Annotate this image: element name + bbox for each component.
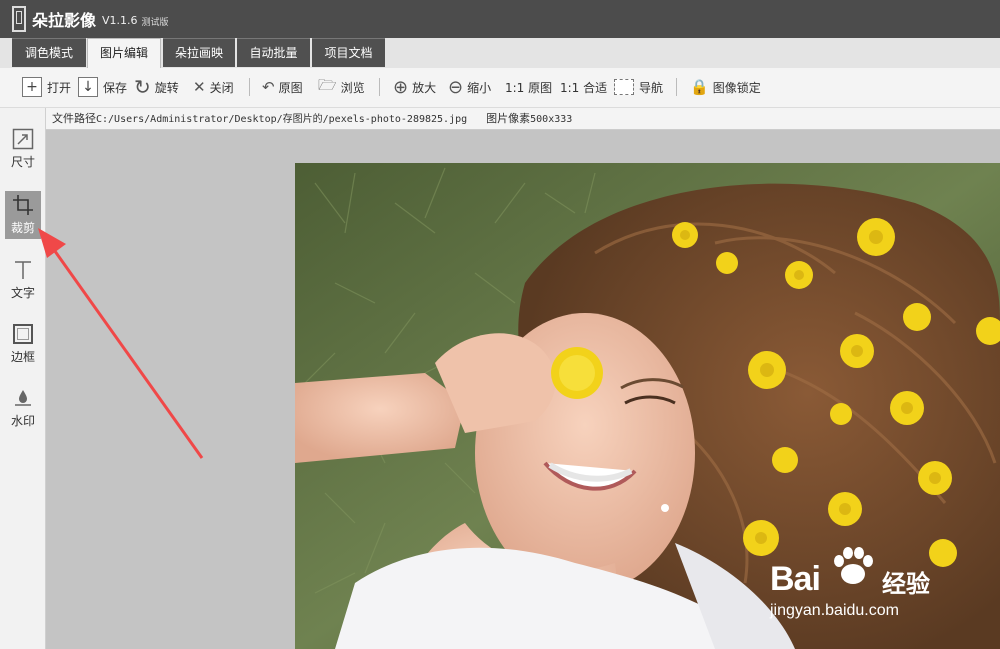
tab-dora-reflect[interactable]: 朵拉画映 xyxy=(163,38,235,67)
app-version: V1.1.6 xyxy=(102,14,138,27)
sidebar-item-watermark[interactable]: 水印 xyxy=(5,384,41,432)
fit-button[interactable]: 1:1 合适 xyxy=(560,76,607,98)
toolbar: + 打开 ↓ 保存 ↻ 旋转 ✕ 关闭 ↶ 原图 🗁 浏览 ⊕ 放大 ⊖ 缩小 … xyxy=(0,68,1000,108)
open-button[interactable]: + 打开 xyxy=(22,76,71,98)
app-logo-icon xyxy=(12,6,26,32)
tab-color-mode[interactable]: 调色模式 xyxy=(12,38,86,67)
zoom-in-icon: ⊕ xyxy=(393,76,409,98)
toolbar-separator xyxy=(676,78,677,96)
fit-label: 1:1 合适 xyxy=(560,80,608,95)
zoom-out-icon: ⊖ xyxy=(448,76,464,98)
close-icon: ✕ xyxy=(193,78,206,96)
watermark-icon xyxy=(12,387,34,409)
close-button[interactable]: ✕ 关闭 xyxy=(193,76,234,98)
actual-size-label: 1:1 原图 xyxy=(505,80,553,95)
resize-icon xyxy=(12,128,34,150)
save-button[interactable]: ↓ 保存 xyxy=(78,76,127,98)
sidebar-item-size[interactable]: 尺寸 xyxy=(5,125,41,173)
app-name: 朵拉影像 xyxy=(32,11,97,30)
watermark-brand-suffix: 经验 xyxy=(882,570,930,598)
tab-project-docs[interactable]: 项目文档 xyxy=(312,38,385,67)
baidu-watermark: Bai 经验 jingyan.baidu.com xyxy=(770,546,990,636)
border-icon xyxy=(12,323,34,345)
sidebar-item-label: 尺寸 xyxy=(10,155,35,169)
title-bar: 朵拉影像 V1.1.6 测试版 xyxy=(0,0,1000,38)
left-sidebar: 尺寸 裁剪 文字 边框 水印 xyxy=(0,108,46,649)
main-tabs: 调色模式 图片编辑 朵拉画映 自动批量 项目文档 xyxy=(0,38,1000,68)
sidebar-item-crop[interactable]: 裁剪 xyxy=(5,191,41,239)
browse-label: 浏览 xyxy=(340,80,365,95)
sidebar-item-label: 裁剪 xyxy=(10,221,35,235)
image-lock-label: 图像锁定 xyxy=(712,80,761,95)
sidebar-item-label: 水印 xyxy=(10,414,35,428)
arrow-down-icon: ↓ xyxy=(78,77,98,97)
watermark-brand: Bai xyxy=(770,560,821,598)
toolbar-separator xyxy=(249,78,250,96)
rotate-button[interactable]: ↻ 旋转 xyxy=(134,75,179,99)
sidebar-item-label: 边框 xyxy=(10,350,35,364)
crop-icon xyxy=(12,194,34,216)
image-lock-button[interactable]: 🔒 图像锁定 xyxy=(690,76,761,98)
folder-icon: 🗁 xyxy=(318,75,337,94)
tab-auto-batch[interactable]: 自动批量 xyxy=(237,38,310,67)
actual-size-button[interactable]: 1:1 原图 xyxy=(505,76,552,98)
browse-button[interactable]: 🗁 浏览 xyxy=(318,76,365,98)
zoom-in-button[interactable]: ⊕ 放大 xyxy=(393,76,436,98)
zoom-out-label: 缩小 xyxy=(467,80,492,95)
image-pixels-value: 500x333 xyxy=(530,114,573,125)
navigate-button[interactable]: 导航 xyxy=(614,76,663,98)
save-label: 保存 xyxy=(103,80,128,95)
original-button[interactable]: ↶ 原图 xyxy=(262,76,303,98)
file-info-bar: 文件路径C:/Users/Administrator/Desktop/存图片的/… xyxy=(46,108,1000,130)
sidebar-item-border[interactable]: 边框 xyxy=(5,320,41,368)
sidebar-item-label: 文字 xyxy=(10,286,35,300)
open-label: 打开 xyxy=(47,80,72,95)
app-tag: 测试版 xyxy=(141,17,169,28)
paw-icon xyxy=(834,547,873,584)
text-icon xyxy=(12,259,34,281)
image-pixels-label: 图片像素 xyxy=(486,112,531,125)
close-label: 关闭 xyxy=(209,80,234,95)
toolbar-separator xyxy=(379,78,380,96)
undo-icon: ↶ xyxy=(262,78,275,96)
navigator-icon xyxy=(614,79,634,95)
tab-image-edit[interactable]: 图片编辑 xyxy=(87,38,161,68)
original-label: 原图 xyxy=(278,80,303,95)
zoom-in-label: 放大 xyxy=(412,80,437,95)
file-path-value: C:/Users/Administrator/Desktop/存图片的/pexe… xyxy=(96,114,468,125)
plus-icon: + xyxy=(22,77,42,97)
rotate-label: 旋转 xyxy=(154,80,179,95)
sidebar-item-text[interactable]: 文字 xyxy=(5,256,41,304)
zoom-out-button[interactable]: ⊖ 缩小 xyxy=(448,76,491,98)
watermark-url: jingyan.baidu.com xyxy=(770,602,899,619)
file-path-label: 文件路径 xyxy=(52,112,96,125)
navigate-label: 导航 xyxy=(639,80,664,95)
rotate-icon: ↻ xyxy=(134,75,151,99)
lock-icon: 🔒 xyxy=(690,78,709,96)
